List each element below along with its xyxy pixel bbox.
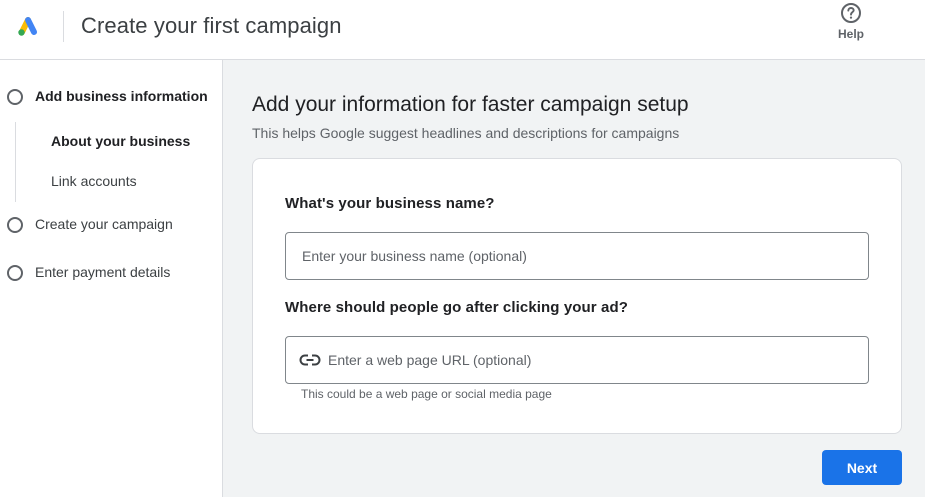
help-label: Help [837, 27, 864, 41]
business-name-label: What's your business name? [285, 195, 495, 212]
step-status-circle-icon [7, 217, 23, 233]
header-divider [63, 11, 64, 42]
step-label: Add business information [35, 88, 208, 104]
substep-connector-line [15, 122, 16, 202]
page-title: Create your first campaign [81, 13, 342, 38]
setup-steps-sidebar: Add business information About your busi… [0, 60, 223, 497]
business-name-input[interactable]: Enter your business name (optional) [285, 232, 869, 280]
help-button[interactable]: Help [828, 2, 874, 46]
step-status-circle-icon [7, 265, 23, 281]
next-button[interactable]: Next [822, 450, 902, 485]
step-create-your-campaign[interactable]: Create your campaign [0, 208, 223, 242]
section-heading: Add your information for faster campaign… [252, 93, 689, 116]
section-subheading: This helps Google suggest headlines and … [252, 125, 680, 141]
help-circle-icon [841, 3, 861, 23]
step-label: Create your campaign [35, 216, 173, 232]
substep-link-accounts[interactable]: Link accounts [51, 173, 137, 189]
step-status-circle-icon [7, 89, 23, 105]
url-label: Where should people go after clicking yo… [285, 299, 628, 316]
url-hint-text: This could be a web page or social media… [301, 387, 552, 401]
step-label: Enter payment details [35, 264, 171, 280]
step-enter-payment-details[interactable]: Enter payment details [0, 256, 223, 290]
google-ads-logo-icon [18, 17, 37, 36]
link-icon [299, 354, 321, 366]
url-input[interactable]: Enter a web page URL (optional) [285, 336, 869, 384]
top-header: Create your first campaign Help [0, 0, 925, 60]
step-add-business-information[interactable]: Add business information [0, 80, 223, 114]
business-name-placeholder: Enter your business name (optional) [302, 248, 527, 264]
url-placeholder: Enter a web page URL (optional) [328, 352, 532, 368]
substep-about-your-business[interactable]: About your business [51, 133, 190, 149]
business-info-card: What's your business name? Enter your bu… [252, 158, 902, 434]
